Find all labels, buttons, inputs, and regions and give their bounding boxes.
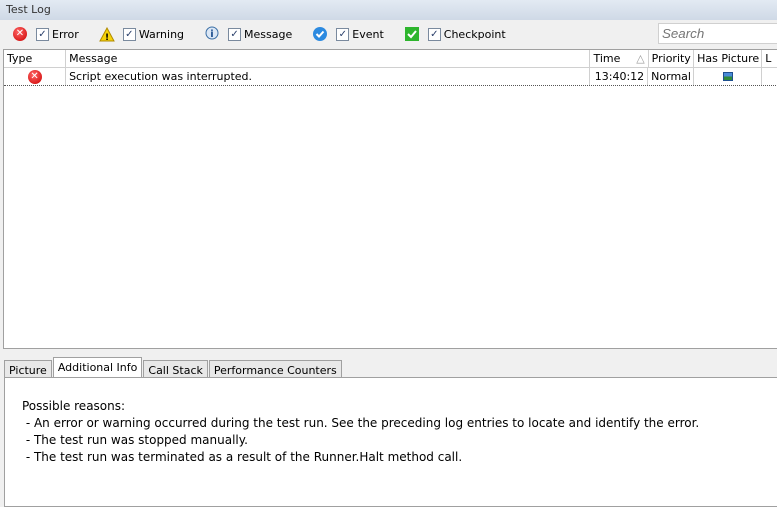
additional-info-panel: Possible reasons: - An error or warning … — [4, 377, 777, 507]
event-checkbox[interactable]: ✓ — [336, 27, 350, 41]
column-has-picture[interactable]: Has Picture — [694, 50, 763, 67]
checkpoint-icon — [404, 26, 420, 42]
warning-checkbox[interactable]: ✓ — [122, 27, 136, 41]
filter-warning[interactable]: ! ✓ Warning — [98, 26, 190, 42]
row-type: ✕ — [4, 68, 67, 85]
row-priority: Normal — [648, 68, 695, 85]
picture-icon — [722, 72, 733, 81]
error-icon: ✕ — [27, 70, 42, 84]
checkpoint-checkbox[interactable]: ✓ — [427, 27, 441, 41]
column-type[interactable]: Type — [4, 50, 67, 67]
filter-label: Event — [352, 27, 384, 41]
row-time: 13:40:12 — [590, 68, 649, 85]
filter-label: Message — [244, 27, 293, 41]
row-message: Script execution was interrupted. — [66, 68, 590, 85]
info-line: - An error or warning occurred during th… — [22, 416, 700, 430]
event-icon — [312, 26, 328, 42]
filter-label: Error — [52, 27, 79, 41]
sort-ascending-icon: △ — [636, 52, 645, 65]
column-time-label: Time — [593, 52, 621, 65]
details-tabs: Picture Additional Info Call Stack Perfo… — [4, 357, 343, 378]
grid-header: Type Message Time △ Priority Has Picture … — [4, 50, 777, 68]
row-has-picture — [694, 68, 763, 85]
error-checkbox[interactable]: ✓ — [36, 27, 49, 41]
tab-additional-info[interactable]: Additional Info — [52, 357, 143, 378]
filter-label: Warning — [138, 27, 185, 41]
panel-title: Test Log — [0, 0, 777, 20]
message-checkbox[interactable]: ✓ — [228, 27, 242, 41]
warning-icon: ! — [98, 26, 115, 42]
column-time[interactable]: Time △ — [590, 50, 649, 67]
table-row[interactable]: ✕ Script execution was interrupted. 13:4… — [4, 68, 777, 86]
filter-event[interactable]: ✓ Event — [312, 26, 390, 42]
column-truncated[interactable]: L — [762, 50, 777, 67]
row-extra — [762, 68, 777, 85]
filter-label: Checkpoint — [443, 27, 506, 41]
info-line: - The test run was terminated as a resul… — [22, 450, 463, 464]
filter-error[interactable]: ✕ ✓ Error — [12, 26, 85, 42]
filter-message[interactable]: i ✓ Message — [204, 26, 298, 42]
info-line: - The test run was stopped manually. — [22, 433, 248, 447]
search-input[interactable] — [658, 23, 777, 44]
log-grid: Type Message Time △ Priority Has Picture … — [3, 49, 777, 349]
tab-performance-counters[interactable]: Performance Counters — [208, 360, 342, 378]
svg-text:i: i — [210, 29, 213, 40]
tab-picture[interactable]: Picture — [4, 360, 52, 378]
filter-checkpoint[interactable]: ✓ Checkpoint — [404, 26, 512, 42]
info-heading: Possible reasons: — [22, 399, 126, 413]
column-message[interactable]: Message — [66, 50, 591, 67]
tab-call-stack[interactable]: Call Stack — [143, 360, 208, 378]
column-priority[interactable]: Priority — [649, 50, 695, 67]
error-icon: ✕ — [12, 26, 28, 42]
svg-text:!: ! — [105, 33, 109, 42]
info-icon: i — [204, 26, 220, 42]
